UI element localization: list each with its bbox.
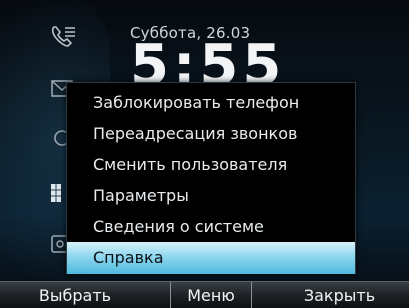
menu-item-call-forwarding[interactable]: Переадресация звонков [67, 118, 355, 150]
close-softkey[interactable]: Закрыть [270, 282, 409, 308]
menu-item-lock-phone[interactable]: Заблокировать телефон [67, 87, 355, 119]
menu-item-switch-user[interactable]: Сменить пользователя [67, 149, 355, 181]
phone-screen: Суббота, 26.03 5:55 Заблокировать телефо… [0, 0, 409, 308]
context-menu: Заблокировать телефон Переадресация звон… [66, 82, 356, 274]
menu-item-help[interactable]: Справка [67, 242, 355, 274]
menu-item-settings[interactable]: Параметры [67, 180, 355, 212]
menu-softkey[interactable]: Меню [170, 282, 252, 308]
menu-item-system-info[interactable]: Сведения о системе [67, 211, 355, 243]
select-softkey[interactable]: Выбрать [0, 282, 150, 308]
softkey-bar: Выбрать Меню Закрыть [0, 281, 409, 308]
call-log-icon[interactable] [48, 22, 78, 52]
